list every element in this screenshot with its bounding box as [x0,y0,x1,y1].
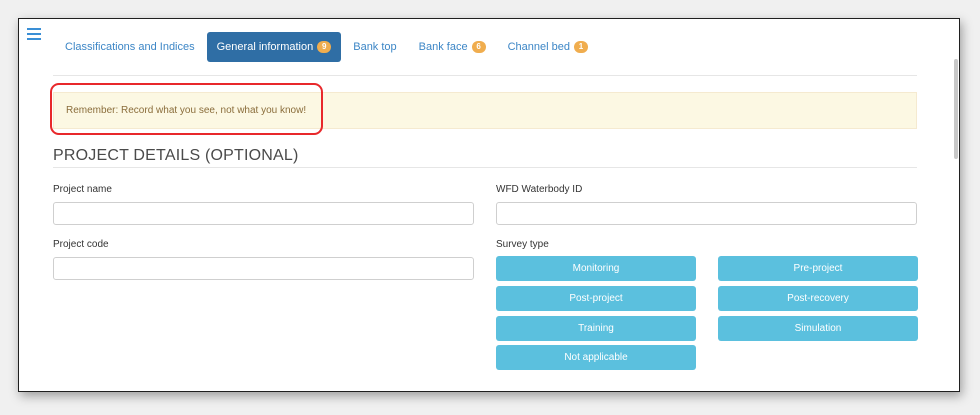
section-title: PROJECT DETAILS (OPTIONAL) [53,147,299,164]
tab-label: Channel bed [507,41,570,53]
project-name-label: Project name [53,184,112,195]
survey-type-simulation-button[interactable]: Simulation [718,316,918,341]
survey-type-post-project-button[interactable]: Post-project [496,286,696,311]
tab-bank-top[interactable]: Bank top [343,32,406,62]
project-code-input[interactable] [53,257,474,280]
wfd-waterbody-id-input[interactable] [496,202,917,225]
tab-label: Bank top [353,41,397,53]
tab-label: Bank face [418,41,468,53]
count-badge: 9 [317,41,332,53]
tab-divider [53,75,917,76]
survey-type-not-applicable-button[interactable]: Not applicable [496,345,696,370]
project-name-input[interactable] [53,202,474,225]
tab-label: Classifications and Indices [65,41,195,53]
section-divider [53,167,917,168]
project-code-label: Project code [53,239,109,250]
tab-bar: Classifications and Indices General info… [55,32,600,62]
tab-bank-face[interactable]: Bank face 6 [409,32,496,62]
survey-type-monitoring-button[interactable]: Monitoring [496,256,696,281]
tab-channel-bed[interactable]: Channel bed 1 [498,32,598,62]
hamburger-menu-icon[interactable] [27,28,41,40]
highlight-annotation [50,83,323,135]
count-badge: 1 [573,41,588,53]
tab-general-information[interactable]: General information 9 [206,32,342,62]
count-badge: 6 [471,41,486,53]
app-window: Classifications and Indices General info… [18,18,960,392]
tab-classifications-and-indices[interactable]: Classifications and Indices [55,32,205,62]
scrollbar[interactable] [952,19,959,391]
scrollbar-thumb[interactable] [954,59,958,159]
survey-type-training-button[interactable]: Training [496,316,696,341]
survey-type-post-recovery-button[interactable]: Post-recovery [718,286,918,311]
survey-type-pre-project-button[interactable]: Pre-project [718,256,918,281]
tab-label: General information [216,41,314,53]
wfd-waterbody-id-label: WFD Waterbody ID [496,184,583,195]
survey-type-label: Survey type [496,239,549,250]
